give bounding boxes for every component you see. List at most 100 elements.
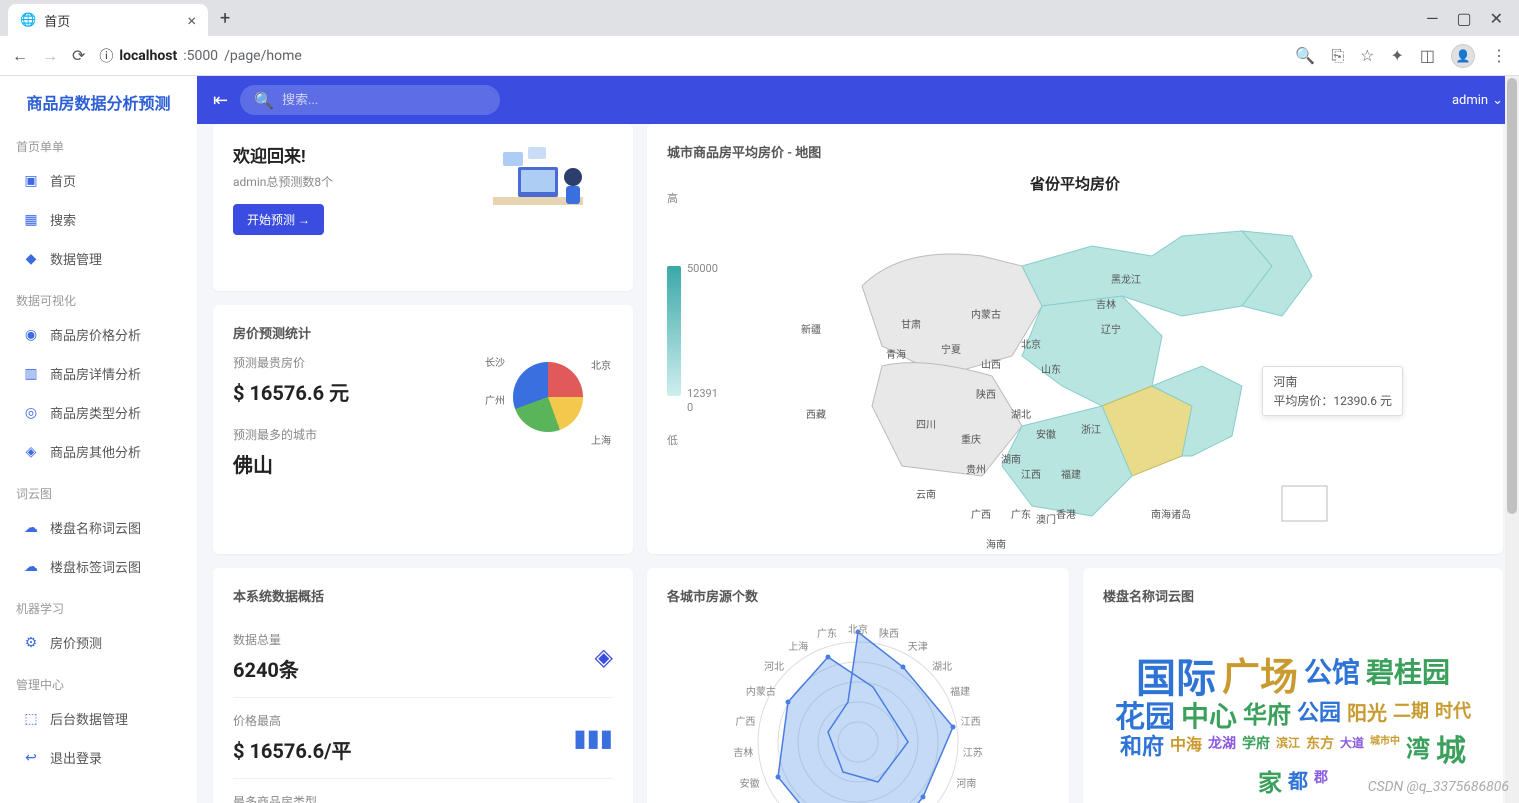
wordcloud-word[interactable]: 城 [1436,737,1466,767]
wordcloud-word[interactable]: 国际 [1136,659,1216,699]
extensions-icon[interactable]: ✦ [1390,46,1403,65]
wordcloud-word[interactable]: 公园 [1297,703,1341,733]
sidebar-item[interactable]: ☁楼盘名称词云图 [0,508,197,547]
wordcloud-word[interactable]: 中海 [1170,737,1202,767]
reload-icon[interactable]: ⟳ [72,46,85,65]
window-controls: — ▢ ✕ [1426,9,1511,28]
province-label: 南海诸岛 [1151,506,1191,521]
sidebar-item[interactable]: ▦搜索 [0,200,197,239]
menu-icon: ⚙ [22,634,40,652]
search-box[interactable]: 🔍 [240,85,500,115]
zoom-icon[interactable]: 🔍 [1295,46,1315,65]
wordcloud-word[interactable]: 和府 [1120,737,1164,767]
menu-icon: ◈ [22,443,40,461]
province-label: 海南 [986,536,1006,551]
province-label: 宁夏 [941,341,961,356]
province-label: 贵州 [966,461,986,476]
wordcloud-word[interactable]: 龙湖 [1208,737,1236,767]
wordcloud-word[interactable]: 中心 [1181,703,1237,733]
wordcloud[interactable]: 国际广场公馆碧桂园花园中心华府公园阳光二期时代和府中海龙湖学府滨江东方大道城市中… [1103,617,1483,803]
wordcloud-word[interactable]: 广场 [1222,659,1298,699]
info-icon[interactable]: ⓘ [99,46,113,66]
share-icon[interactable]: ⎘ [1331,46,1344,66]
start-predict-button[interactable]: 开始预测 → [233,204,324,235]
wordcloud-word[interactable]: 家 [1258,771,1282,795]
new-tab-button[interactable]: + [208,8,242,29]
map-card: 城市商品房平均房价 - 地图 省份平均房价 高 50000 12391 0 低 [647,124,1503,554]
maximize-icon[interactable]: ▢ [1456,9,1471,28]
user-name: admin [1452,93,1488,108]
wordcloud-word[interactable]: 滨江 [1276,737,1300,767]
menu-icon: ▥ [22,365,40,383]
wordcloud-word[interactable]: 阳光 [1347,703,1387,733]
menu-group-title: 数据可视化 [0,286,197,315]
province-label: 江西 [1021,466,1041,481]
menu-label: 商品房类型分析 [50,403,141,422]
map-title: 省份平均房价 [667,173,1483,194]
minimize-icon[interactable]: — [1426,9,1439,28]
menu-label: 搜索 [50,210,76,229]
wordcloud-word[interactable]: 碧桂园 [1366,659,1450,699]
welcome-illustration [463,142,613,232]
sidebar-item[interactable]: ↩退出登录 [0,738,197,777]
welcome-card: 欢迎回来! admin总预测数8个 开始预测 → [213,124,633,291]
map-tooltip: 河南 平均房价：12390.6 元 [1262,366,1403,416]
wordcloud-word[interactable]: 华府 [1243,703,1291,733]
radar-axis-label: 广西 [735,713,755,728]
wordcloud-word[interactable]: 城市中 [1370,737,1400,767]
wordcloud-word[interactable]: 二期 [1393,703,1429,733]
menu-icon: ▣ [22,172,40,190]
wordcloud-word[interactable]: 都 [1288,771,1308,795]
close-window-icon[interactable]: ✕ [1490,9,1503,28]
wordcloud-word[interactable]: 公馆 [1304,659,1360,699]
sidebar-item[interactable]: ◉商品房价格分析 [0,315,197,354]
pie-chart[interactable] [513,362,583,432]
wordcloud-word[interactable]: 东方 [1306,737,1334,767]
menu-icon[interactable]: ⋮ [1491,46,1507,65]
province-label: 黑龙江 [1111,271,1141,286]
url-bar[interactable]: ⓘ localhost:5000/page/home [99,46,1281,66]
radar-axis-label: 安徽 [740,775,760,790]
wordcloud-word[interactable]: 郡 [1314,771,1328,795]
url-host: localhost [119,48,177,64]
sidebar-item[interactable]: ▣ 首页 [0,161,197,200]
sidebar-item[interactable]: ⚙房价预测 [0,623,197,662]
watermark: CSDN @q_3375686806 [1368,779,1509,795]
sidebar-item[interactable]: ▥商品房详情分析 [0,354,197,393]
overview-card: 本系统数据概括 数据总量6240条◈价格最高$ 16576.6/平▮▮▮最多商品… [213,568,633,803]
province-label: 陕西 [976,386,996,401]
search-input[interactable] [282,93,486,108]
close-icon[interactable]: × [187,11,196,30]
browser-tab[interactable]: 🌐 首页 × [8,4,208,36]
prediction-stats-card: 房价预测统计 预测最贵房价 $ 16576.6 元 预测最多的城市 佛山 北京 … [213,305,633,554]
sidebar-item[interactable]: ☁楼盘标签词云图 [0,547,197,586]
radar-chart[interactable]: 北京陕西天津湖北福建江西江苏河南山东山西浙江广西海南重庆广东湖南安徽吉林广西内蒙… [733,617,983,803]
back-icon[interactable]: ← [12,46,28,66]
sidebar-item[interactable]: ◆数据管理 [0,239,197,278]
sidebar: 商品房数据分析预测 首页单单▣首页▦搜索◆数据管理数据可视化◉商品房价格分析▥商… [0,76,197,803]
menu-label: 首页 [50,171,76,190]
bookmark-icon[interactable]: ☆ [1360,46,1374,65]
sidepanel-icon[interactable]: ◫ [1420,46,1435,65]
radar-axis-label: 湖北 [932,658,952,673]
scrollbar[interactable] [1505,76,1519,803]
radar-axis-label: 陕西 [879,625,899,640]
wordcloud-word[interactable]: 学府 [1242,737,1270,767]
sidebar-item[interactable]: ◈商品房其他分析 [0,432,197,471]
wordcloud-word[interactable]: 时代 [1435,703,1471,733]
wordcloud-word[interactable]: 湾 [1406,737,1430,767]
radar-axis-label: 江西 [961,713,981,728]
menu-label: 后台数据管理 [50,709,128,728]
profile-icon[interactable]: 👤 [1451,44,1475,68]
sidebar-item[interactable]: ◎商品房类型分析 [0,393,197,432]
collapse-sidebar-icon[interactable]: ⇤ [213,90,228,111]
toolbar-icons: 🔍 ⎘ ☆ ✦ ◫ 👤 ⋮ [1295,44,1507,68]
forward-icon[interactable]: → [42,46,58,66]
wordcloud-word[interactable]: 花园 [1115,703,1175,733]
user-menu[interactable]: admin ⌄ [1452,93,1503,108]
china-map[interactable]: 新疆西藏青海甘肃内蒙古宁夏黑龙江吉林辽宁北京山西山东陕西四川重庆贵州湖南云南广西… [701,206,1483,536]
wordcloud-word[interactable]: 大道 [1340,737,1364,767]
sidebar-item[interactable]: ⬚后台数据管理 [0,699,197,738]
gradient-high-label: 高 [667,190,678,206]
overview-label: 价格最高 [233,712,352,729]
